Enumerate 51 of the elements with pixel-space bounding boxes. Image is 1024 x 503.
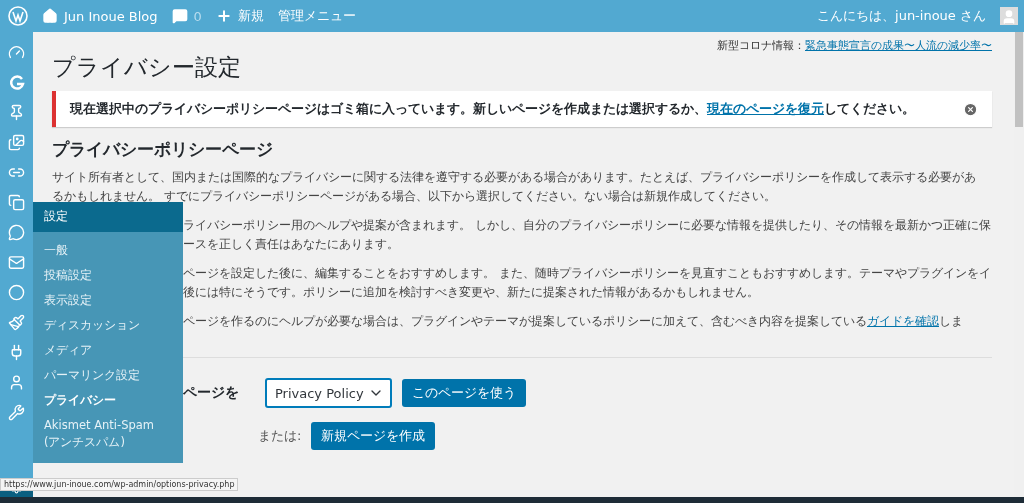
- flyout-item[interactable]: パーマリンク設定: [33, 363, 183, 388]
- flyout-item[interactable]: Akismet Anti-Spam (アンチスパム): [33, 413, 183, 455]
- section-title: プライバシーポリシーページ: [52, 139, 274, 161]
- pages-icon[interactable]: [8, 194, 25, 211]
- pin-icon[interactable]: [8, 104, 25, 121]
- field-label: ページを: [183, 384, 239, 402]
- admin-menu-link[interactable]: 管理メニュー: [277, 7, 356, 25]
- or-label: または:: [258, 427, 302, 445]
- notice-text: 現在選択中のプライバシーポリシーページはゴミ箱に入っています。新しいページを作成または選択するか、現在のページを復元してください。: [70, 100, 915, 118]
- url-tooltip: https://www.jun-inoue.com/wp-admin/options-privacy.php: [0, 478, 239, 491]
- greeting-link[interactable]: こんにちは、jun-inoue さん: [817, 7, 986, 25]
- comments-link[interactable]: 0: [171, 8, 202, 24]
- wordpress-logo-icon[interactable]: [8, 6, 28, 26]
- paragraph-text: ページを設定した後に、編集することをおすすめします。 また、随時プライバシーポリシーを見直すこともおすすめします。テーマやプラグインをイ: [183, 265, 992, 282]
- plus-icon: [215, 8, 232, 24]
- comment-icon[interactable]: [8, 224, 25, 241]
- paragraph-text: ページを作るのにヘルプが必要な場合は、プラグインやテーマが提案しているポリシーに加えて、含むべき内容を提案しているガイドを確認しま: [183, 313, 964, 330]
- avatar-icon[interactable]: [1000, 7, 1018, 25]
- news-label: 新型コロナ情報：: [717, 39, 805, 52]
- flyout-item[interactable]: 一般: [33, 238, 183, 263]
- page-title: プライバシー設定: [52, 53, 242, 81]
- create-page-button[interactable]: 新規ページを作成: [311, 422, 436, 450]
- brush-icon[interactable]: [8, 314, 25, 331]
- flyout-item[interactable]: プライバシー: [33, 388, 183, 413]
- circle-icon[interactable]: [8, 284, 25, 301]
- dismiss-icon[interactable]: [963, 101, 978, 117]
- mail-icon[interactable]: [8, 254, 25, 271]
- site-name-link[interactable]: Jun Inoue Blog: [42, 8, 158, 24]
- paragraph-text: サイト所有者として、国内または国際的なプライバシーに関する法律を遵守する必要がある場合があります。たとえば、プライバシーポリシーを作成して表示する必要があ: [52, 169, 977, 186]
- dashboard-icon[interactable]: [8, 44, 25, 61]
- user-icon[interactable]: [8, 374, 25, 391]
- flyout-header[interactable]: 設定: [33, 202, 183, 232]
- use-page-button[interactable]: このページを使う: [401, 379, 526, 407]
- paragraph-text: ースを正しく責任はあなたにあります。: [183, 236, 400, 253]
- home-icon: [42, 8, 58, 24]
- news-link[interactable]: 緊急事態宣言の成果〜人流の減少率〜: [805, 39, 992, 52]
- wrench-icon[interactable]: [8, 404, 25, 421]
- flyout-item[interactable]: 表示設定: [33, 288, 183, 313]
- media-icon[interactable]: [8, 134, 25, 151]
- flyout-item[interactable]: 投稿設定: [33, 263, 183, 288]
- restore-link[interactable]: 現在のページを復元: [707, 100, 824, 116]
- paragraph-text: ライバシーポリシー用のヘルプや提案が含まれます。 しかし、自分のプライバシーポリシーに必要な情報を提供したり、その情報を最新かつ正確に保: [183, 217, 992, 234]
- flyout-item[interactable]: メディア: [33, 338, 183, 363]
- paragraph-text: るかもしれません。 すでにプライバシーポリシーページがある場合、以下から選択してください。ない場合は新規作成してください。: [52, 188, 777, 205]
- guide-link[interactable]: ガイドを確認: [867, 314, 939, 328]
- g-letter-icon[interactable]: [8, 74, 25, 91]
- page-select[interactable]: Privacy Policy: [265, 378, 392, 408]
- new-link[interactable]: 新規: [215, 7, 264, 25]
- comment-icon: [171, 8, 188, 24]
- flyout-item[interactable]: ディスカッション: [33, 313, 183, 338]
- paragraph-text: 後には特にそうです。ポリシーに追加を検討すべき変更や、新たに提案された情報があるかもしれません。: [183, 284, 760, 301]
